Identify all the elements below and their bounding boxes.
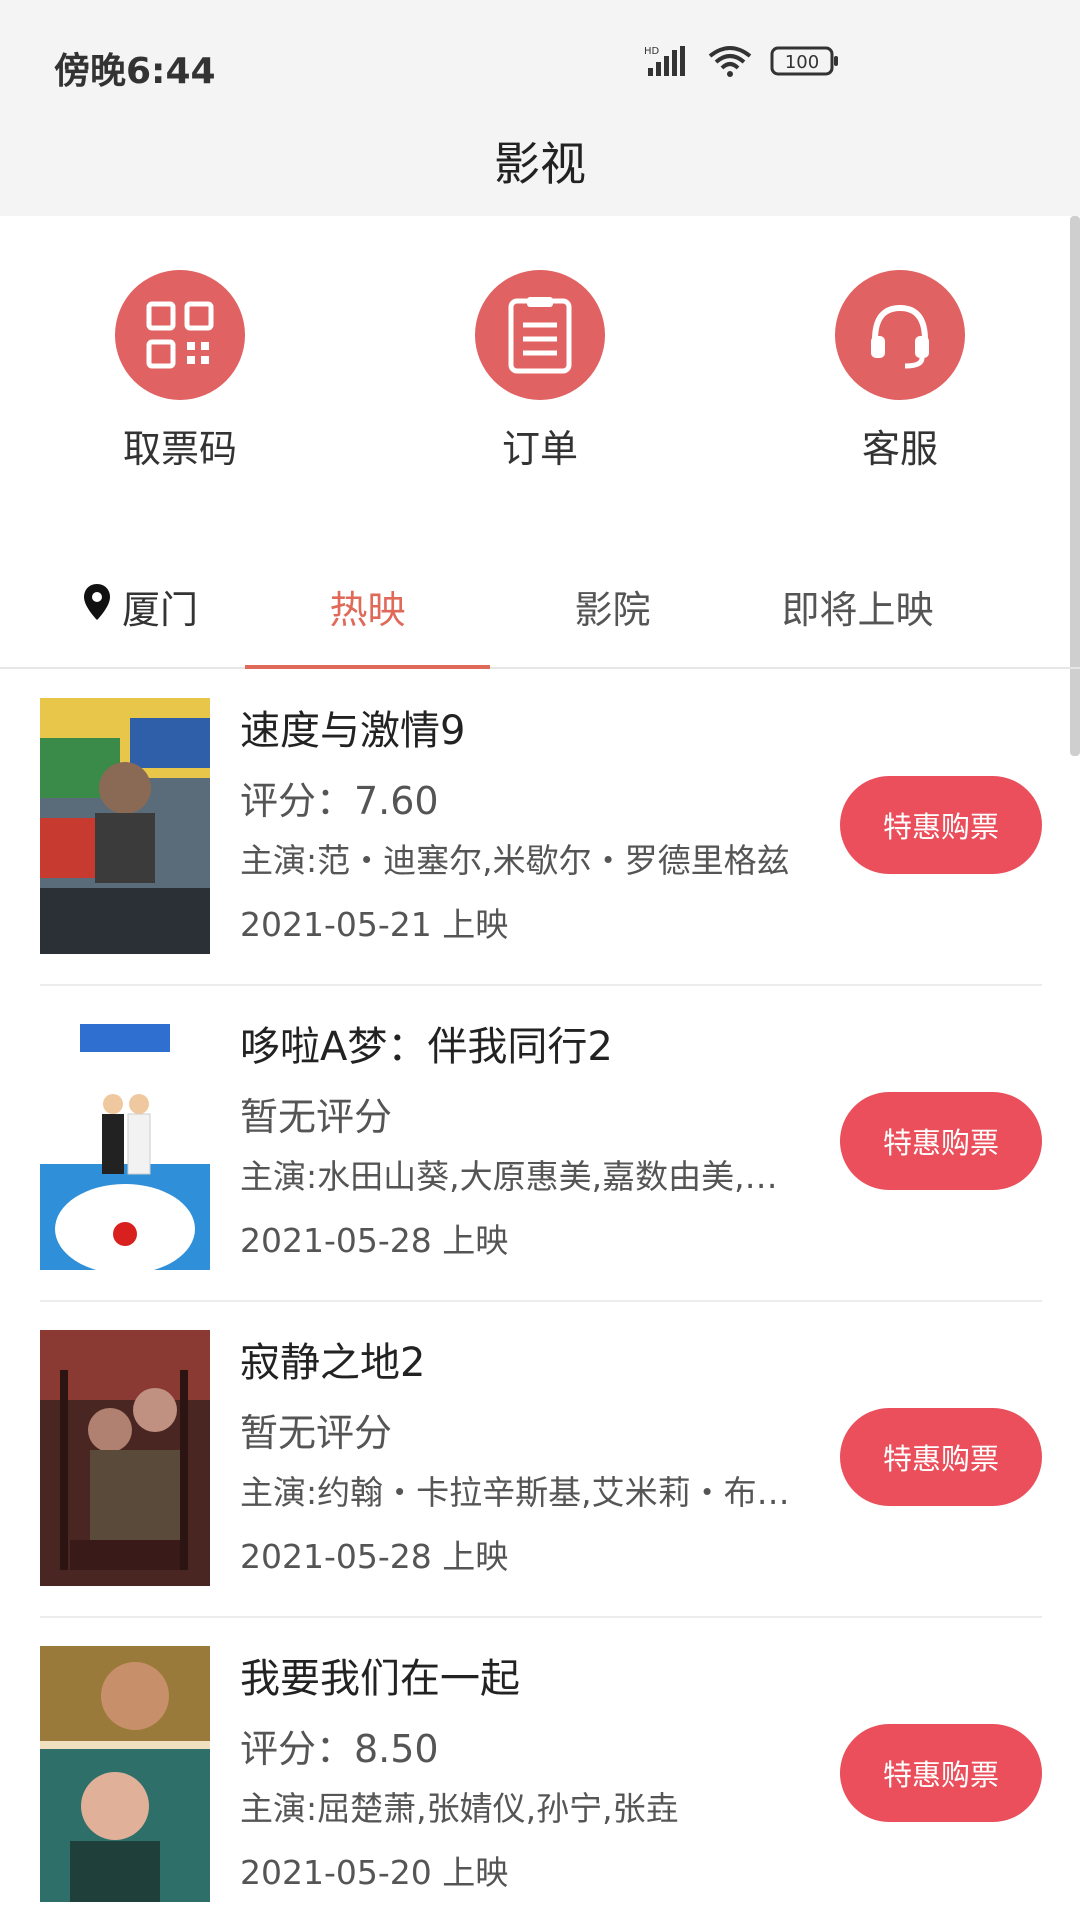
movie-title: 哆啦A梦：伴我同行2 [240, 1024, 613, 1070]
nav-bar: 影视 [0, 120, 1080, 216]
order-list-icon [475, 270, 605, 400]
customer-service-button[interactable]: 客服 [780, 270, 1020, 473]
movie-item[interactable]: 哆啦A梦：伴我同行2 暂无评分 主演:水田山葵,大原惠美,嘉数由美,关智一 20… [40, 984, 1042, 1302]
signal-icon: HD [644, 44, 690, 82]
page-title: 影视 [494, 137, 586, 191]
location-label: 厦门 [121, 587, 198, 632]
tab-now-showing[interactable]: 热映 [245, 545, 490, 667]
buy-ticket-button[interactable]: 特惠购票 [840, 1724, 1042, 1822]
orders-button[interactable]: 订单 [420, 270, 660, 473]
movie-release-date: 2021-05-20 上映 [240, 1853, 509, 1892]
movie-release-date: 2021-05-28 上映 [240, 1221, 509, 1260]
movie-cast: 主演:水田山葵,大原惠美,嘉数由美,关智一 [240, 1157, 800, 1196]
status-bar: 傍晚6:44 HD 100 [0, 0, 1080, 120]
movie-poster[interactable] [40, 1014, 210, 1270]
headset-icon [835, 270, 965, 400]
wifi-icon [708, 44, 752, 82]
qr-code-icon [115, 270, 245, 400]
movie-cast: 主演:范・迪塞尔,米歇尔・罗德里格兹 [240, 841, 790, 880]
status-time: 傍晚6:44 [54, 51, 216, 92]
quick-actions: 取票码 订单 客服 [0, 270, 1080, 490]
tab-coming-soon[interactable]: 即将上映 [735, 545, 980, 667]
status-icons: HD 100 [644, 44, 840, 82]
movie-title: 速度与激情9 [240, 708, 466, 754]
battery-icon: 100 [770, 44, 840, 82]
buy-ticket-button[interactable]: 特惠购票 [840, 1408, 1042, 1506]
buy-ticket-button[interactable]: 特惠购票 [840, 776, 1042, 874]
movie-release-date: 2021-05-28 上映 [240, 1537, 509, 1576]
movie-title: 我要我们在一起 [240, 1656, 520, 1702]
movie-poster[interactable] [40, 1646, 210, 1902]
tab-bar: 厦门 热映 影院 即将上映 [0, 545, 1080, 669]
ticket-code-button[interactable]: 取票码 [60, 270, 300, 473]
movie-item[interactable]: 速度与激情9 评分：7.60 主演:范・迪塞尔,米歇尔・罗德里格兹 2021-0… [40, 668, 1042, 986]
movie-rating: 评分：7.60 [240, 779, 439, 823]
movie-cast: 主演:屈楚萧,张婧仪,孙宁,张垚 [240, 1789, 679, 1828]
buy-ticket-button[interactable]: 特惠购票 [840, 1092, 1042, 1190]
tab-cinemas[interactable]: 影院 [490, 545, 735, 667]
movie-cast: 主演:约翰・卡拉辛斯基,艾米莉・布朗特 [240, 1473, 800, 1512]
svg-text:100: 100 [785, 52, 819, 73]
ticket-code-label: 取票码 [122, 427, 237, 471]
movie-poster[interactable] [40, 698, 210, 954]
movie-release-date: 2021-05-21 上映 [240, 905, 509, 944]
location-pin-icon [82, 582, 112, 631]
movie-rating: 评分：8.50 [240, 1727, 439, 1771]
location-selector[interactable]: 厦门 [50, 545, 230, 667]
svg-text:HD: HD [644, 46, 660, 57]
movie-title: 寂静之地2 [240, 1340, 426, 1386]
movie-poster[interactable] [40, 1330, 210, 1586]
movie-rating: 暂无评分 [240, 1411, 393, 1455]
customer-service-label: 客服 [861, 427, 938, 471]
movie-item[interactable]: 我要我们在一起 评分：8.50 主演:屈楚萧,张婧仪,孙宁,张垚 2021-05… [40, 1616, 1042, 1932]
movie-rating: 暂无评分 [240, 1095, 393, 1139]
orders-label: 订单 [501, 427, 578, 471]
movie-item[interactable]: 寂静之地2 暂无评分 主演:约翰・卡拉辛斯基,艾米莉・布朗特 2021-05-2… [40, 1300, 1042, 1618]
